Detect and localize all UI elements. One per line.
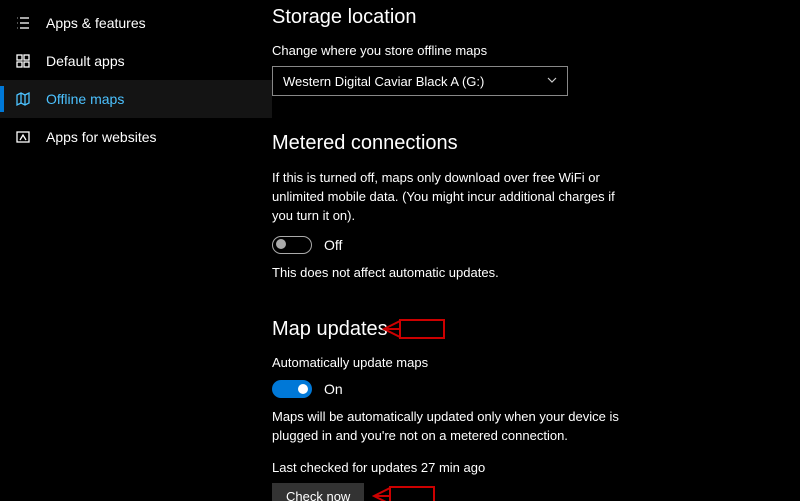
sidebar-item-apps-features[interactable]: Apps & features (0, 4, 272, 42)
default-apps-icon (14, 52, 32, 70)
metered-note: This does not affect automatic updates. (272, 264, 632, 283)
sidebar-item-apps-for-websites[interactable]: Apps for websites (0, 118, 272, 156)
auto-update-toggle[interactable] (272, 380, 312, 398)
map-icon (14, 90, 32, 108)
sidebar-item-label: Apps & features (46, 15, 146, 31)
sidebar-item-label: Offline maps (46, 91, 124, 107)
auto-update-description: Maps will be automatically updated only … (272, 408, 632, 446)
section-title: Storage location (272, 6, 800, 29)
toggle-state-label: On (324, 381, 343, 397)
metered-toggle[interactable] (272, 236, 312, 254)
settings-sidebar: Apps & features Default apps Offline map… (0, 0, 272, 501)
sidebar-item-label: Default apps (46, 53, 125, 69)
last-checked-text: Last checked for updates 27 min ago (272, 460, 800, 475)
check-now-button[interactable]: Check now (272, 483, 364, 501)
list-icon (14, 14, 32, 32)
auto-update-label: Automatically update maps (272, 355, 800, 370)
metered-connections-section: Metered connections If this is turned of… (272, 132, 800, 282)
map-updates-section: Map updates Automatically update maps On… (272, 318, 800, 501)
select-value: Western Digital Caviar Black A (G:) (283, 74, 484, 89)
websites-icon (14, 128, 32, 146)
settings-content: Storage location Change where you store … (272, 0, 800, 501)
storage-location-section: Storage location Change where you store … (272, 0, 800, 96)
toggle-state-label: Off (324, 237, 342, 253)
sidebar-item-label: Apps for websites (46, 129, 157, 145)
chevron-down-icon (547, 75, 557, 88)
metered-description: If this is turned off, maps only downloa… (272, 169, 632, 226)
storage-drive-select[interactable]: Western Digital Caviar Black A (G:) (272, 66, 568, 96)
sidebar-item-offline-maps[interactable]: Offline maps (0, 80, 272, 118)
section-title: Metered connections (272, 132, 800, 155)
annotation-arrow-icon (372, 483, 436, 501)
storage-label: Change where you store offline maps (272, 43, 800, 58)
sidebar-item-default-apps[interactable]: Default apps (0, 42, 272, 80)
section-title: Map updates (272, 318, 800, 341)
